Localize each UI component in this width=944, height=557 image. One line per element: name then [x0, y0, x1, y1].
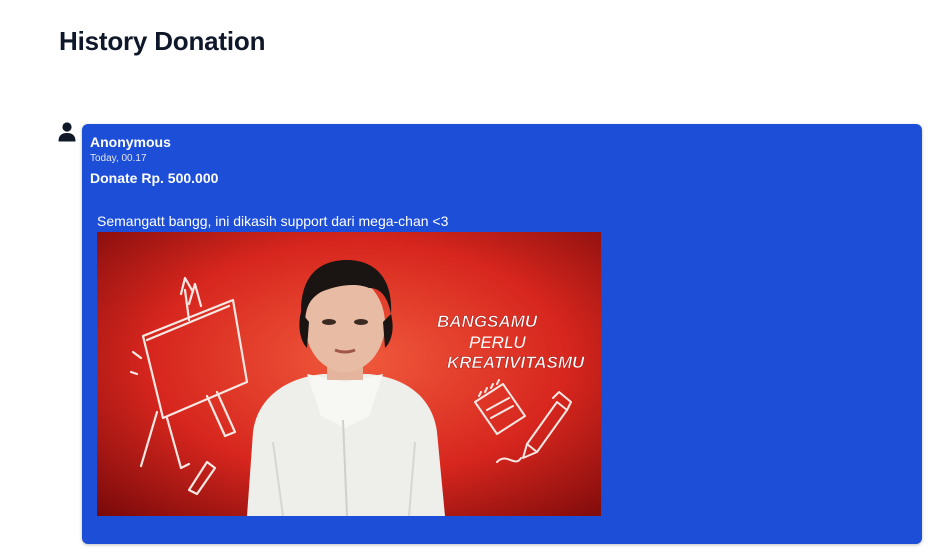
donor-name: Anonymous	[90, 134, 171, 150]
donation-media-image[interactable]: BANGSAMU PERLU KREATIVITASMU	[97, 232, 601, 516]
donation-message: Semangatt bangg, ini dikasih support dar…	[97, 213, 449, 229]
donation-card: Anonymous Today, 00.17 Donate Rp. 500.00…	[82, 124, 922, 544]
page-title: History Donation	[59, 26, 266, 56]
user-icon	[58, 122, 76, 142]
donation-amount: Donate Rp. 500.000	[90, 170, 219, 186]
history-page: History Donation Anonymous Today, 00.17 …	[0, 0, 944, 557]
media-line1: BANGSAMU	[437, 312, 538, 331]
media-illustration: BANGSAMU PERLU KREATIVITASMU	[97, 232, 601, 516]
donation-timestamp: Today, 00.17	[90, 153, 147, 164]
media-line3: KREATIVITASMU	[447, 353, 585, 372]
media-line2: PERLU	[469, 333, 526, 352]
